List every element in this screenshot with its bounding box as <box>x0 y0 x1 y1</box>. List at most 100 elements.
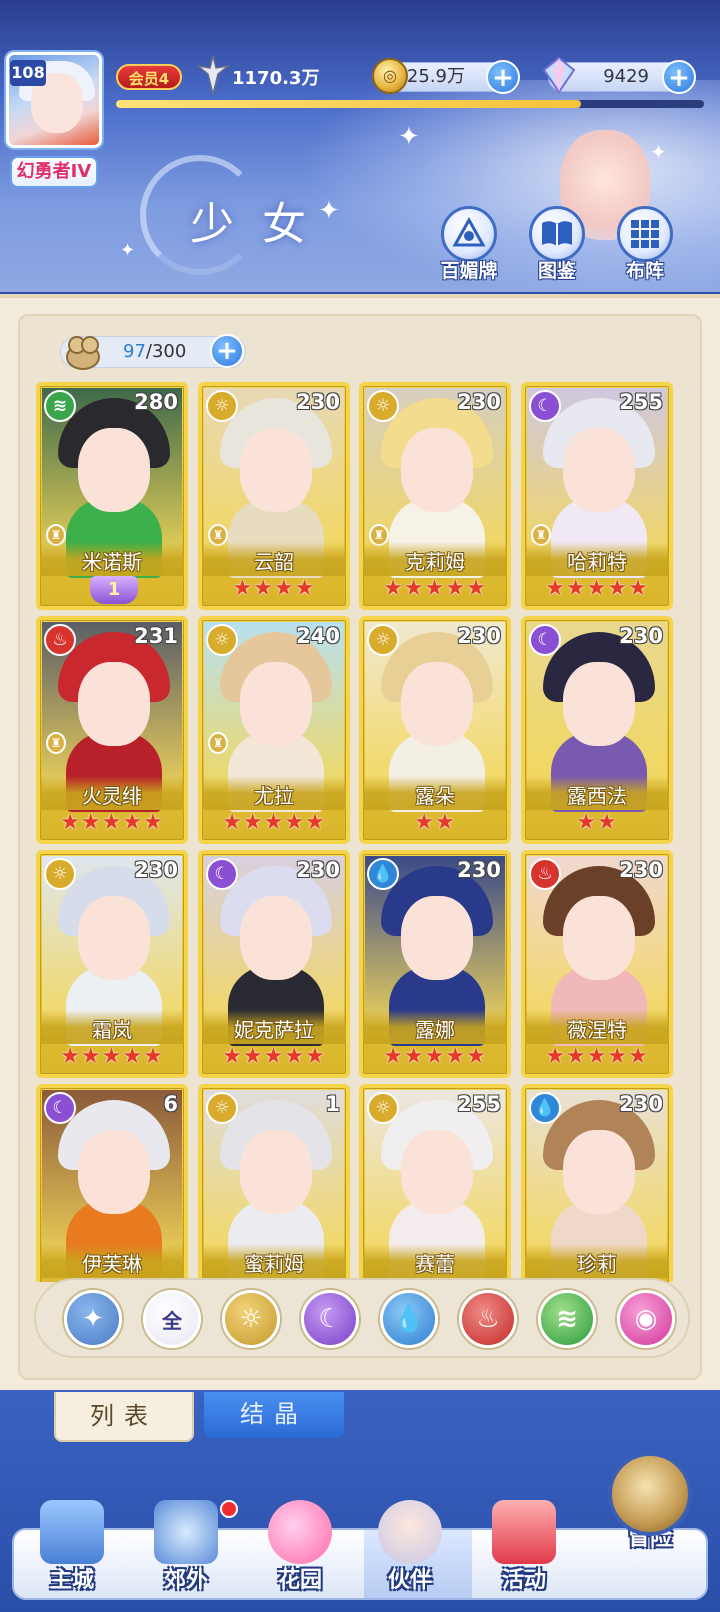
nav-partner[interactable]: 伙伴 <box>360 1500 460 1594</box>
awaken-badge: 1 <box>90 576 138 604</box>
star-rating: ★★ <box>576 810 618 835</box>
character-card[interactable]: ♨ 231 ♜ 火灵绯 ★★★★★ <box>36 616 188 844</box>
character-name: 妮克萨拉 <box>202 1010 346 1044</box>
nav-compass[interactable]: 冒险 <box>600 1452 700 1552</box>
moon-filter-button[interactable]: ☾ <box>301 1290 359 1348</box>
character-level: 255 <box>457 1092 501 1116</box>
character-card[interactable]: ☾ 6 伊芙琳 <box>36 1084 188 1282</box>
portrait-face <box>401 896 473 980</box>
player-level: 108 <box>10 60 46 86</box>
exp-bar <box>116 100 704 108</box>
star-rating: ★★★★ <box>232 576 316 601</box>
wing-filter-button[interactable]: ✦ <box>64 1290 122 1348</box>
tab-crystal[interactable]: 结晶 <box>204 1392 344 1438</box>
codex-button[interactable]: 图鉴 <box>524 206 590 283</box>
wind-element-icon: ≋ <box>44 390 76 422</box>
character-card[interactable]: ≋ 280 ♜ 米诺斯 1 <box>36 382 188 610</box>
character-card[interactable]: ☼ 230 露朵 ★★ <box>359 616 511 844</box>
nav-castle[interactable]: 主城 <box>22 1500 122 1594</box>
water-element-icon: 💧 <box>529 1092 561 1124</box>
card-deck-button[interactable]: 百媚牌 <box>436 206 502 283</box>
partner-icon <box>378 1500 442 1564</box>
star-rating: ★★★★★ <box>222 1044 326 1069</box>
page-header: ✦ ✦ ✦ ✦ 少女 108 幻勇者IV 会员4 1170.3万 25.9万 ◎… <box>0 0 720 292</box>
vip-badge[interactable]: 会员4 <box>116 64 182 90</box>
character-card[interactable]: ☾ 255 ♜ 哈莉特 ★★★★★ <box>521 382 673 610</box>
star-rating: ★★ <box>414 810 456 835</box>
character-name: 云韶 <box>202 542 346 576</box>
character-name: 珍莉 <box>525 1244 669 1278</box>
star-rating: ★★★★★ <box>545 1044 649 1069</box>
portrait-face <box>240 662 312 746</box>
add-gems-button[interactable]: + <box>662 60 696 94</box>
formation-label: 布阵 <box>625 260 664 282</box>
nav-gift[interactable]: 活动 <box>474 1500 574 1594</box>
character-level: 240 <box>296 624 340 648</box>
codex-label: 图鉴 <box>537 260 576 282</box>
tab-list[interactable]: 列表 <box>54 1392 194 1442</box>
gold-coin-icon: ◎ <box>372 58 408 94</box>
dark-element-icon: ☾ <box>206 858 238 890</box>
character-level: 230 <box>457 858 501 882</box>
fire-icon: ♨ <box>476 1304 500 1334</box>
light-element-icon: ☼ <box>44 858 76 890</box>
character-card[interactable]: 💧 230 露娜 ★★★★★ <box>359 850 511 1078</box>
crystal-icon <box>542 56 576 94</box>
bag-icon <box>66 336 100 370</box>
expand-roster-button[interactable]: + <box>210 334 244 368</box>
character-card[interactable]: ♨ 230 薇涅特 ★★★★★ <box>521 850 673 1078</box>
portrait-face <box>78 428 150 512</box>
all-filter-button[interactable]: 全 <box>143 1290 201 1348</box>
dark-element-icon: ☾ <box>529 390 561 422</box>
element-filter-bar: ✦ 全 ☼ ☾ 💧 ♨ ≋ ◉ <box>34 1278 690 1358</box>
character-card[interactable]: ☾ 230 露西法 ★★ <box>521 616 673 844</box>
character-card[interactable]: ☼ 240 ♜ 尤拉 ★★★★★ <box>198 616 350 844</box>
light-element-icon: ☼ <box>206 390 238 422</box>
light-element-icon: ☼ <box>367 624 399 656</box>
add-coins-button[interactable]: + <box>486 60 520 94</box>
light-element-icon: ☼ <box>367 390 399 422</box>
coin-value: 25.9万 <box>406 66 465 87</box>
star-orb-filter-button[interactable]: ◉ <box>617 1290 675 1348</box>
role-icon: ♜ <box>46 732 66 754</box>
wind-filter-button[interactable]: ≋ <box>538 1290 596 1348</box>
roster-panel-inner: 97/300 + ≋ 280 ♜ 米诺斯 1 ☼ 230 ♜ 云韶 ★★★★ ☼ 230 ♜ 克莉姆 ★★★… <box>18 314 702 1380</box>
portal-icon <box>154 1500 218 1564</box>
character-card[interactable]: ☾ 230 妮克萨拉 ★★★★★ <box>198 850 350 1078</box>
card-deck-icon <box>441 206 497 262</box>
character-card[interactable]: ☼ 230 ♜ 克莉姆 ★★★★★ <box>359 382 511 610</box>
rank-title: 幻勇者IV <box>10 156 98 188</box>
light-element-icon: ☼ <box>206 624 238 656</box>
character-level: 6 <box>163 1092 178 1116</box>
fire-filter-button[interactable]: ♨ <box>459 1290 517 1348</box>
character-level: 230 <box>619 624 663 648</box>
character-level: 280 <box>134 390 178 414</box>
character-card[interactable]: 💧 230 珍莉 <box>521 1084 673 1282</box>
exp-fill <box>116 100 581 108</box>
dark-element-icon: ☾ <box>529 624 561 656</box>
roster-max: /300 <box>145 341 187 362</box>
sun-filter-button[interactable]: ☼ <box>222 1290 280 1348</box>
character-card[interactable]: ☼ 230 霜岚 ★★★★★ <box>36 850 188 1078</box>
grid-icon <box>617 206 673 262</box>
star-orb-icon: ◉ <box>634 1304 658 1334</box>
star-rating: ★★★★★ <box>60 810 164 835</box>
heart-icon <box>268 1500 332 1564</box>
character-grid: ≋ 280 ♜ 米诺斯 1 ☼ 230 ♜ 云韶 ★★★★ ☼ 230 ♜ 克莉姆 ★★★★★ ☾ 255 ♜ 哈莉… <box>36 382 686 1282</box>
water-drop-filter-button[interactable]: 💧 <box>380 1290 438 1348</box>
character-card[interactable]: ☼ 255 赛蕾 <box>359 1084 511 1282</box>
star-rating: ★★★★★ <box>383 1044 487 1069</box>
character-name: 赛蕾 <box>363 1244 507 1278</box>
character-card[interactable]: ☼ 230 ♜ 云韶 ★★★★ <box>198 382 350 610</box>
formation-button[interactable]: 布阵 <box>612 206 678 283</box>
character-card[interactable]: ☼ 1 蜜莉姆 <box>198 1084 350 1282</box>
character-name: 米诺斯 <box>40 542 184 576</box>
character-level: 230 <box>457 624 501 648</box>
nav-heart[interactable]: 花园 <box>250 1500 350 1594</box>
card-deck-label: 百媚牌 <box>440 260 498 282</box>
nav-label: 花园 <box>277 1568 322 1593</box>
portrait-face <box>401 1130 473 1214</box>
portrait-face <box>563 428 635 512</box>
character-name: 火灵绯 <box>40 776 184 810</box>
role-icon: ♜ <box>208 732 228 754</box>
